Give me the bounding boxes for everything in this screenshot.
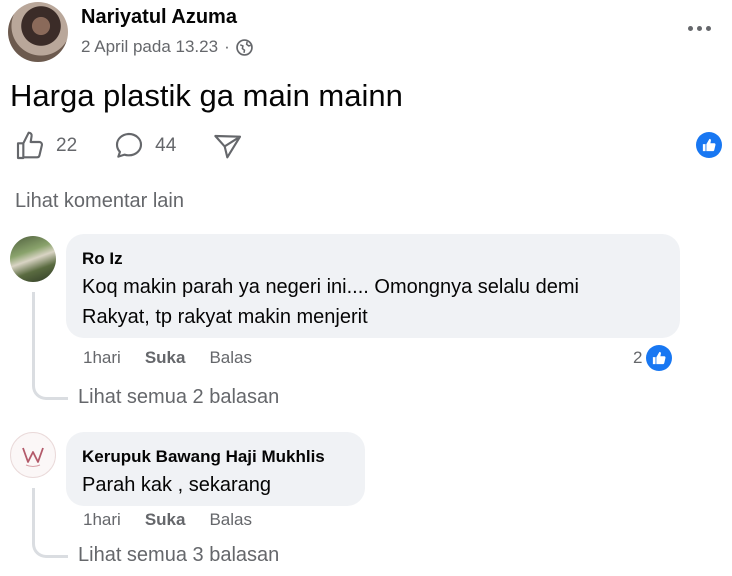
comment-like-button[interactable]: Suka [145, 348, 186, 368]
author-avatar[interactable] [8, 2, 68, 62]
thumbs-up-icon [653, 351, 666, 365]
comment-reply-button[interactable]: Balas [209, 348, 252, 368]
commenter-name[interactable]: Kerupuk Bawang Haji Mukhlis [82, 447, 349, 467]
commenter-avatar[interactable] [10, 236, 56, 282]
comment-text-line: Rakyat, tp rakyat makin menjerit [82, 306, 368, 328]
brand-logo-icon [22, 447, 44, 467]
post-header: Nariyatul Azuma 2 April pada 13.23 · [8, 2, 732, 64]
share-icon [214, 134, 242, 159]
globe-icon [235, 38, 253, 56]
comment-text-line: Parah kak , sekarang [82, 474, 271, 496]
reply-thread-line [32, 488, 68, 558]
post-date[interactable]: 2 April pada 13.23 [81, 37, 218, 57]
reply-thread-line [32, 292, 68, 400]
share-button[interactable] [212, 130, 244, 162]
more-options-button[interactable] [684, 16, 714, 40]
comment-count: 44 [155, 135, 177, 156]
comment-meta: 1hari Suka Balas [83, 348, 252, 368]
post-actions: 22 44 [14, 128, 280, 164]
comment-meta: 1hari Suka Balas [83, 510, 252, 530]
view-replies-link[interactable]: Lihat semua 3 balasan [78, 544, 279, 567]
thumbs-up-icon [702, 138, 716, 152]
commenter-name[interactable]: Ro Iz [82, 249, 664, 269]
author-name[interactable]: Nariyatul Azuma [81, 6, 237, 29]
comment-like-button[interactable]: Suka [145, 510, 186, 530]
commenter-avatar[interactable] [10, 432, 56, 478]
view-replies-link[interactable]: Lihat semua 2 balasan [78, 386, 279, 409]
comment-time[interactable]: 1hari [83, 510, 121, 530]
comment-bubble: Ro Iz Koq makin parah ya negeri ini.... … [66, 234, 680, 338]
like-count: 22 [56, 135, 78, 156]
comment-bubble-icon [116, 132, 143, 158]
comment-text-line: Koq makin parah ya negeri ini.... Omongn… [82, 276, 579, 298]
dot-icon [696, 25, 702, 31]
comment-time[interactable]: 1hari [83, 348, 121, 368]
like-reaction-icon[interactable] [696, 132, 722, 158]
like-button[interactable]: 22 [14, 130, 77, 162]
dot-icon [687, 25, 693, 31]
post-meta: 2 April pada 13.23 · [81, 37, 253, 57]
comment-reaction-count: 2 [633, 348, 643, 367]
meta-separator: · [224, 37, 230, 56]
post-text: Harga plastik ga main mainn [10, 78, 403, 113]
dot-icon [705, 25, 711, 31]
view-more-comments-link[interactable]: Lihat komentar lain [15, 190, 184, 213]
comment-bubble: Kerupuk Bawang Haji Mukhlis Parah kak , … [66, 432, 365, 506]
comment-reaction-summary[interactable]: 2 [633, 345, 673, 371]
comment-button[interactable]: 44 [113, 130, 176, 162]
like-reaction-icon [646, 345, 673, 371]
thumbs-up-icon [16, 131, 44, 160]
comment-reply-button[interactable]: Balas [209, 510, 252, 530]
